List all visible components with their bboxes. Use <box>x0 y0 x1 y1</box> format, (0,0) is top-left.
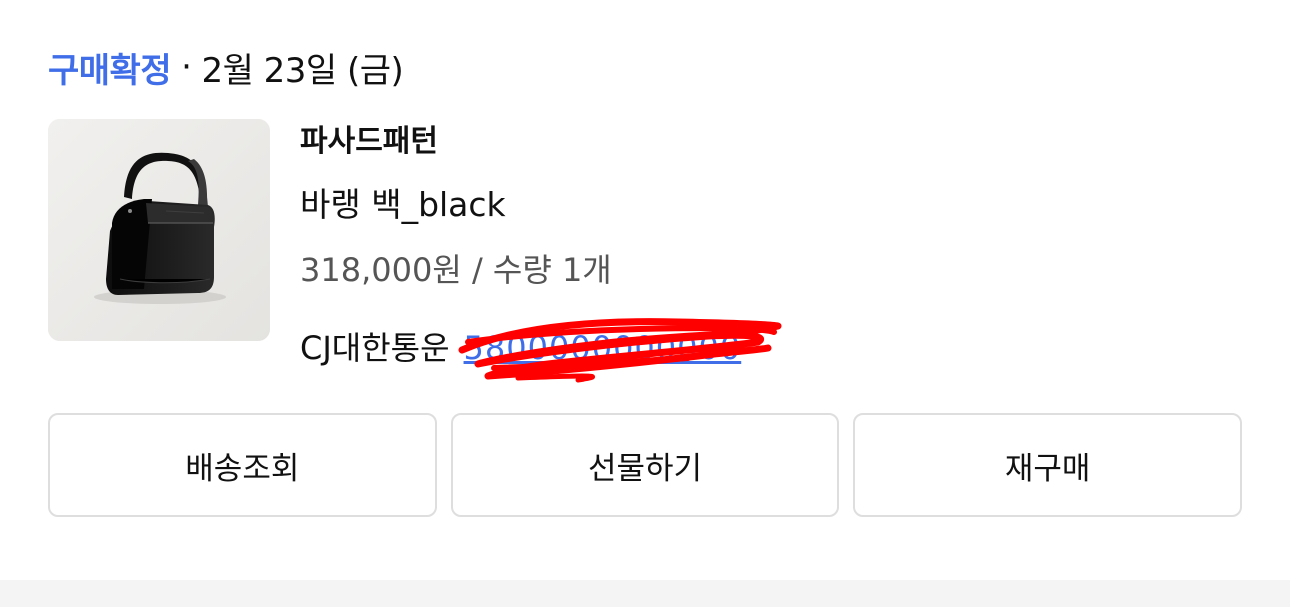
tracking-link-wrapper[interactable]: 5800000000000 <box>458 318 782 383</box>
track-shipment-button[interactable]: 배송조회 <box>48 413 437 517</box>
order-status: 구매확정 <box>48 50 172 91</box>
action-buttons: 배송조회 선물하기 재구매 <box>48 413 1243 521</box>
gift-button[interactable]: 선물하기 <box>450 413 840 517</box>
order-page: 구매확정 · 2월 23일 (금) 파사드패턴 바랭 백_black 318,0… <box>0 0 1290 607</box>
brand-name[interactable]: 파사드패턴 <box>300 118 438 166</box>
section-divider <box>0 580 1290 607</box>
header-separator: · <box>181 47 192 87</box>
price-quantity: 318,000원 / 수량 1개 <box>300 251 612 289</box>
tracking-number-link[interactable]: 5800000000000 <box>464 329 742 367</box>
order-date: 2월 23일 (금) <box>201 50 404 91</box>
black-handbag-photo-icon <box>48 119 270 341</box>
order-header: 구매확정 · 2월 23일 (금) <box>48 40 404 94</box>
shipping-info: CJ대한통운 5800000000000 <box>300 318 782 383</box>
order-card: 구매확정 · 2월 23일 (금) 파사드패턴 바랭 백_black 318,0… <box>0 0 1290 580</box>
product-image[interactable] <box>48 119 270 341</box>
product-name[interactable]: 바랭 백_black <box>300 181 506 229</box>
rebuy-button[interactable]: 재구매 <box>853 413 1243 517</box>
carrier-name: CJ대한통운 <box>300 329 450 367</box>
